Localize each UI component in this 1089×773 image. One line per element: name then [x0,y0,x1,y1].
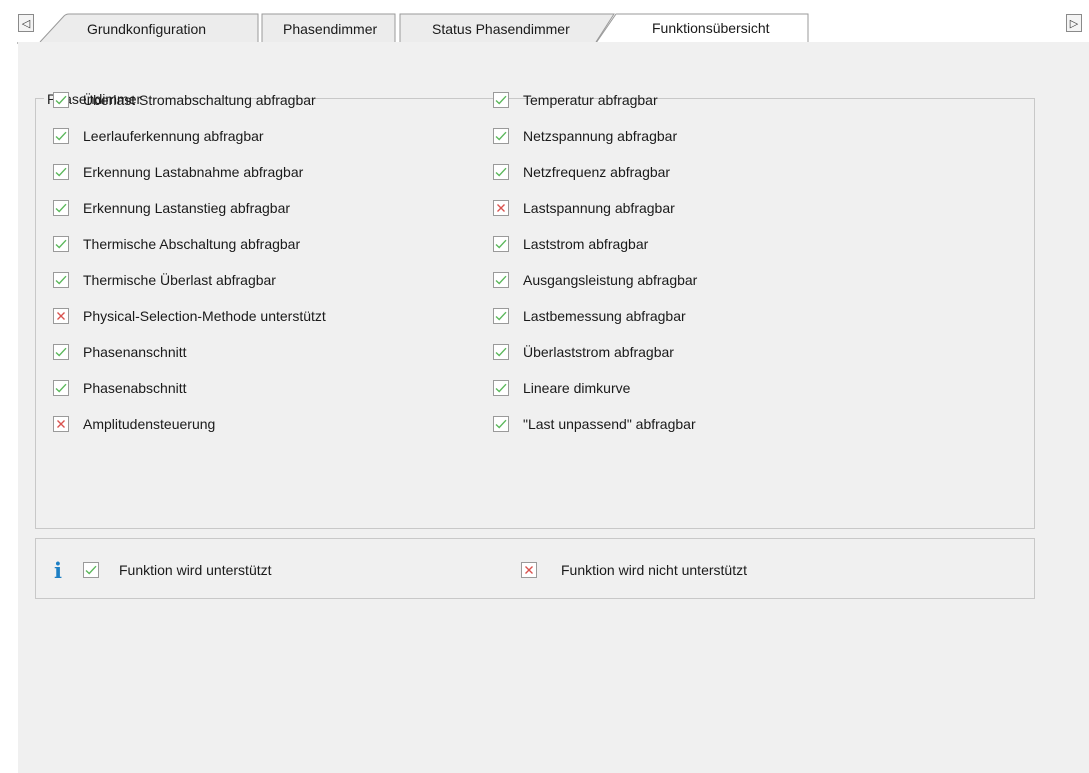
feature-label: Temperatur abfragbar [523,92,658,108]
check-icon [493,92,509,108]
feature-label: Überlast Stromabschaltung abfragbar [83,92,316,108]
cross-icon [53,416,69,432]
feature-label: Phasenanschnitt [83,344,187,360]
check-icon [493,380,509,396]
check-icon [83,562,99,578]
feature-label: Lastspannung abfragbar [523,200,675,216]
triangle-left-icon: ◁ [21,18,31,30]
feature-item: Phasenabschnitt [53,378,187,398]
feature-label: Thermische Abschaltung abfragbar [83,236,301,252]
feature-item: Netzspannung abfragbar [493,126,677,146]
feature-item: Lastspannung abfragbar [493,198,675,218]
tab-status-phasendimmer[interactable]: Status Phasendimmer [432,21,570,37]
tab-funktionsuebersicht[interactable]: Funktionsübersicht [652,20,770,36]
check-icon [493,308,509,324]
feature-label: "Last unpassend" abfragbar [523,416,696,432]
feature-item: Überlast Stromabschaltung abfragbar [53,90,316,110]
feature-label: Lineare dimkurve [523,380,631,396]
check-icon [493,128,509,144]
scroll-left-button[interactable]: ◁ [18,14,34,32]
check-icon [53,200,69,216]
check-icon [53,92,69,108]
feature-item: Thermische Überlast abfragbar [53,270,276,290]
feature-label: Ausgangsleistung abfragbar [523,272,698,288]
triangle-right-icon: ▷ [1069,18,1079,30]
tab-phasendimmer[interactable]: Phasendimmer [283,21,377,37]
feature-label: Laststrom abfragbar [523,236,649,252]
feature-item: Amplitudensteuerung [53,414,215,434]
check-icon [493,344,509,360]
feature-item: Phasenanschnitt [53,342,187,362]
feature-item: Temperatur abfragbar [493,90,658,110]
tab-grundkonfiguration[interactable]: Grundkonfiguration [87,21,206,37]
check-icon [53,164,69,180]
feature-label: Physical-Selection-Methode unterstützt [83,308,326,324]
check-icon [53,236,69,252]
check-icon [53,380,69,396]
feature-item: Ausgangsleistung abfragbar [493,270,697,290]
tab-strip: ◁ ▷ Grundkonfiguration Phasendimmer Stat… [0,0,1089,44]
feature-label: Erkennung Lastanstieg abfragbar [83,200,291,216]
feature-label: Leerlauferkennung abfragbar [83,128,264,144]
feature-item: Erkennung Lastanstieg abfragbar [53,198,290,218]
check-icon [53,272,69,288]
feature-item: Thermische Abschaltung abfragbar [53,234,300,254]
feature-label: Erkennung Lastabnahme abfragbar [83,164,304,180]
feature-label: Amplitudensteuerung [83,416,216,432]
legend-supported: Funktion wird unterstützt [83,560,272,580]
feature-label: Überlaststrom abfragbar [523,344,674,360]
legend-unsupported: Funktion wird nicht unterstützt [521,560,747,580]
feature-label: Phasenabschnitt [83,380,187,396]
feature-item: Leerlauferkennung abfragbar [53,126,264,146]
feature-item: "Last unpassend" abfragbar [493,414,696,434]
feature-label: Netzspannung abfragbar [523,128,678,144]
feature-item: Erkennung Lastabnahme abfragbar [53,162,303,182]
feature-item: Netzfrequenz abfragbar [493,162,670,182]
cross-icon [493,200,509,216]
check-icon [53,344,69,360]
legend-supported-label: Funktion wird unterstützt [119,562,272,578]
feature-label: Thermische Überlast abfragbar [83,272,276,288]
cross-icon [53,308,69,324]
feature-label: Netzfrequenz abfragbar [523,164,671,180]
scroll-right-button[interactable]: ▷ [1066,14,1082,32]
feature-item: Physical-Selection-Methode unterstützt [53,306,326,326]
feature-item: Laststrom abfragbar [493,234,648,254]
check-icon [493,272,509,288]
cross-icon [521,562,537,578]
check-icon [493,416,509,432]
check-icon [53,128,69,144]
feature-label: Lastbemessung abfragbar [523,308,686,324]
feature-item: Überlaststrom abfragbar [493,342,674,362]
check-icon [493,236,509,252]
legend-unsupported-label: Funktion wird nicht unterstützt [561,562,747,578]
feature-item: Lastbemessung abfragbar [493,306,686,326]
info-icon: i [54,558,62,583]
check-icon [493,164,509,180]
feature-item: Lineare dimkurve [493,378,630,398]
